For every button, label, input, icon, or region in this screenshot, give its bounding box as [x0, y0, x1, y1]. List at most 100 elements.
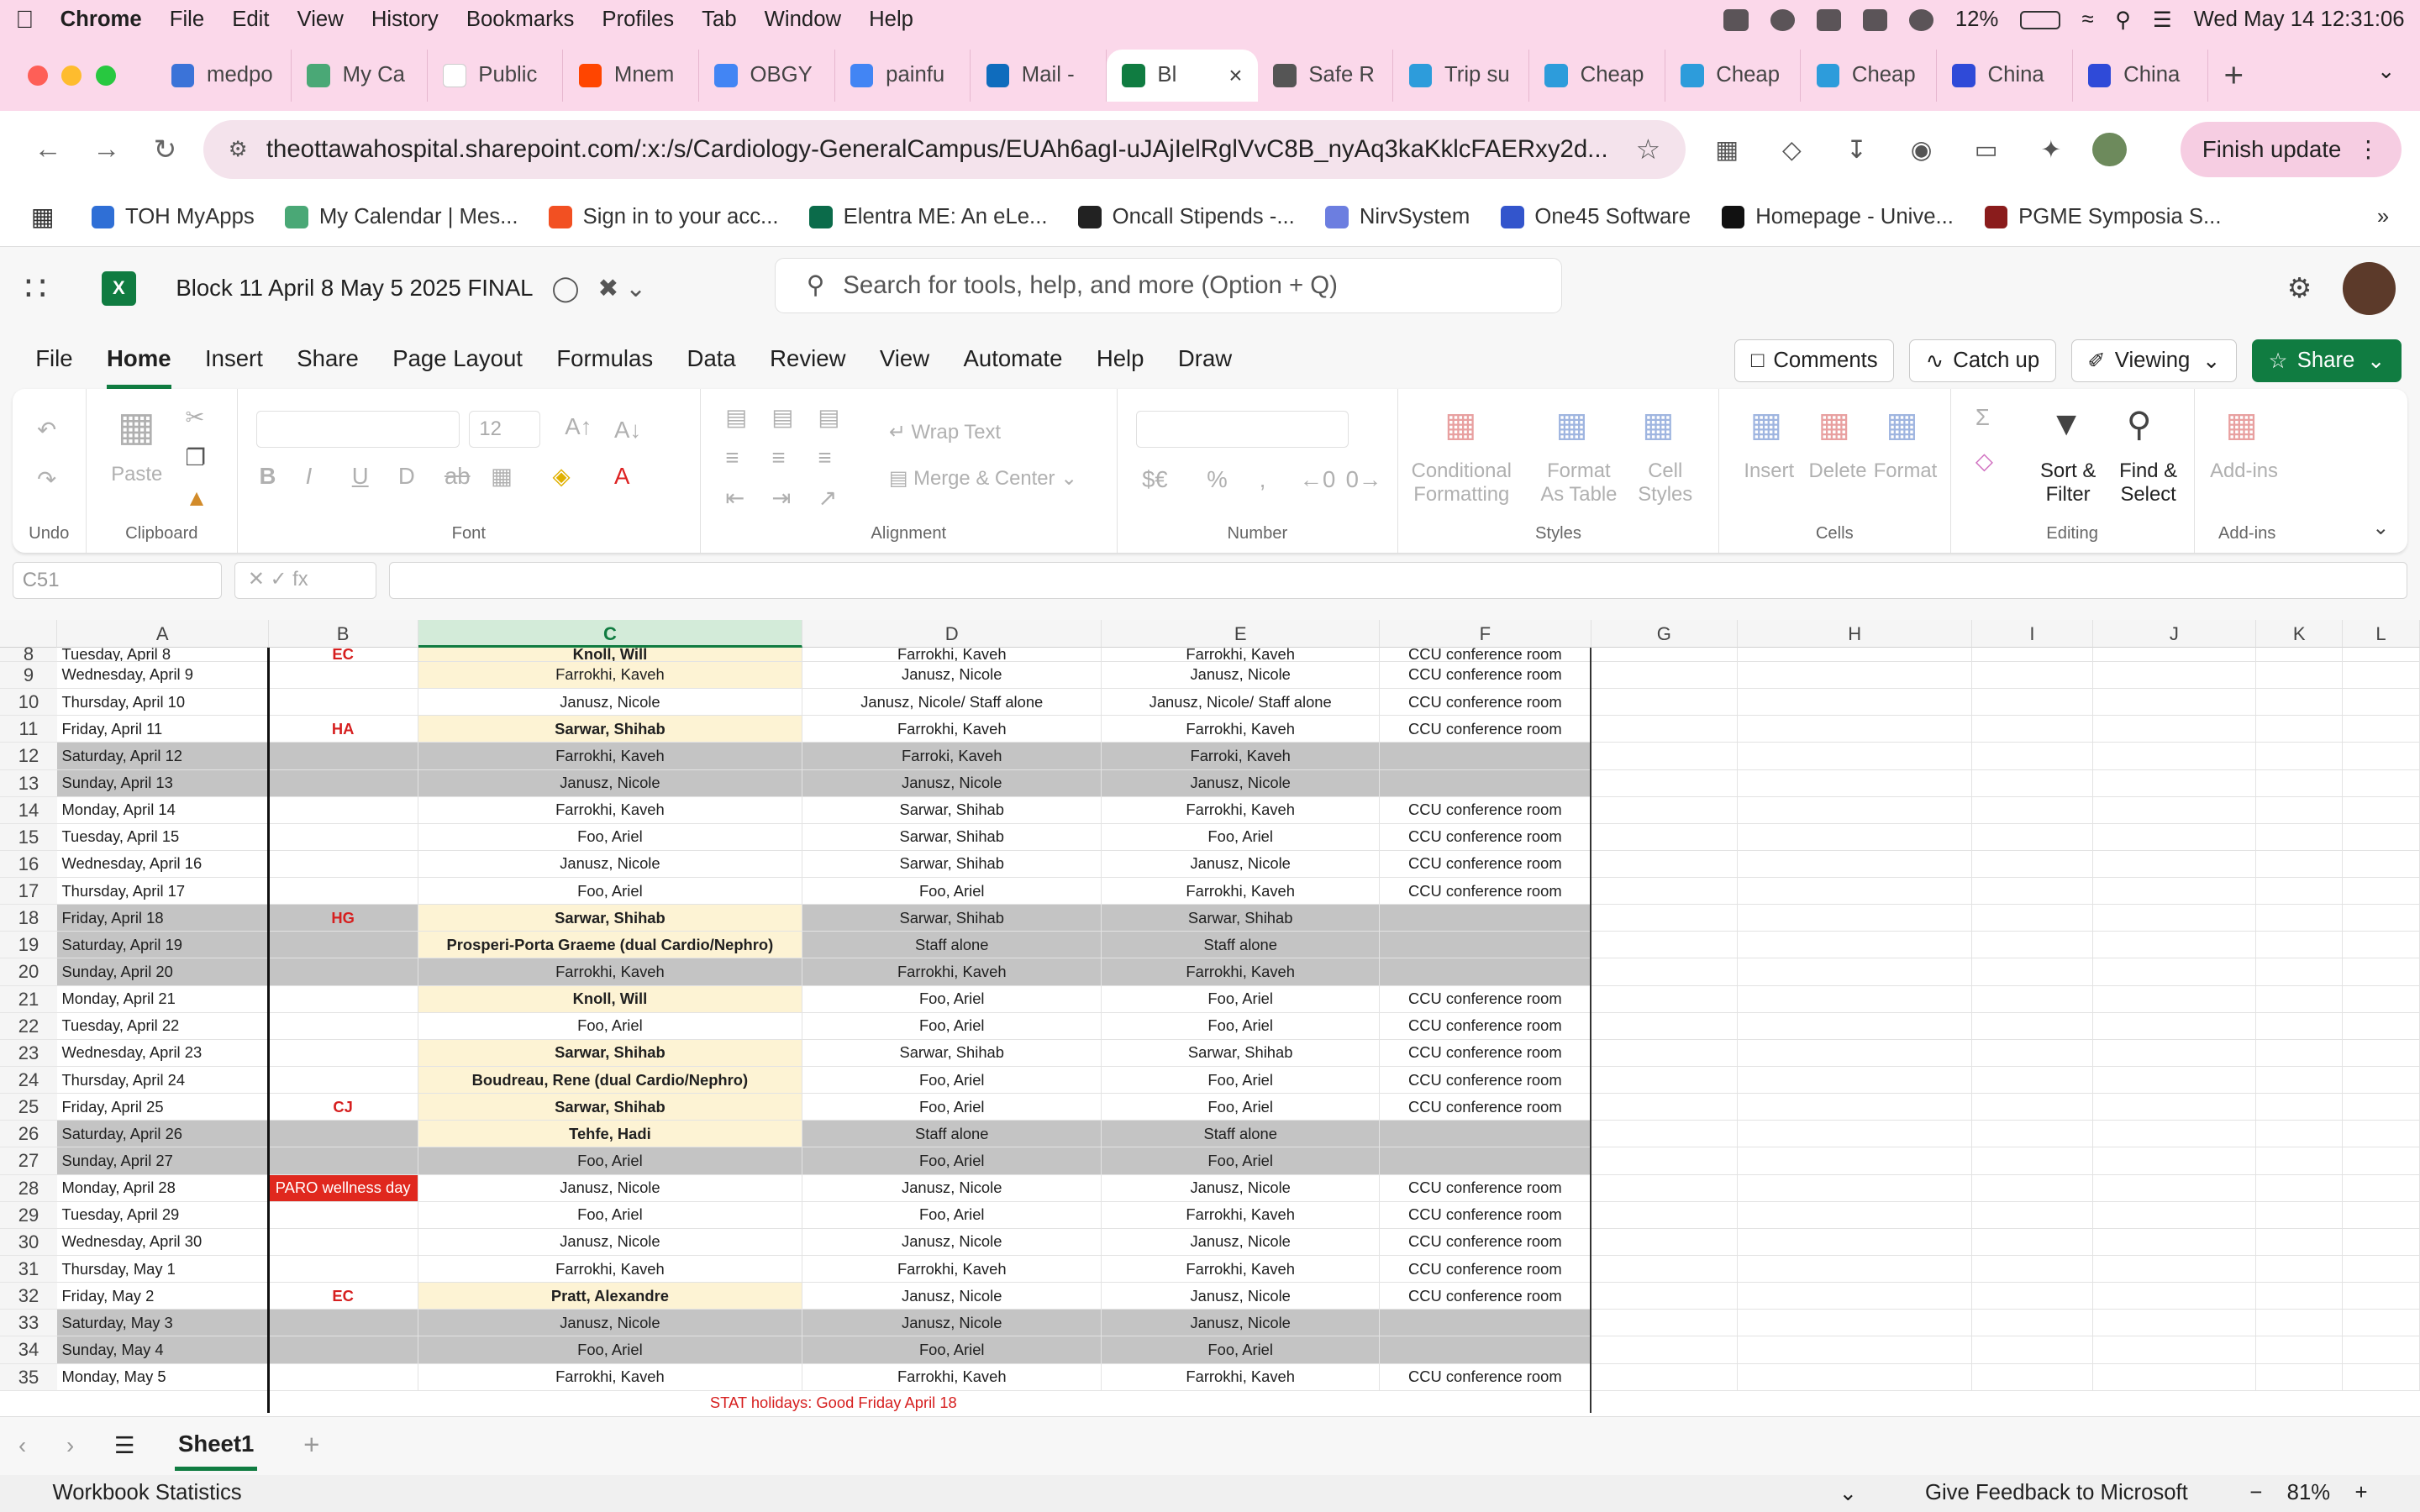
grid-cell[interactable] [1972, 1310, 2093, 1337]
insert-cells-label[interactable]: Insert [1744, 459, 1794, 483]
grid-cell[interactable] [2343, 1174, 2420, 1202]
next-sheet-icon[interactable]: › [66, 1432, 74, 1459]
row-header[interactable]: 9 [0, 661, 57, 690]
grid-cell[interactable] [2256, 648, 2344, 662]
grid-cell[interactable]: Farrokhi, Kaveh [418, 796, 803, 824]
grid-cell[interactable] [1738, 1310, 1973, 1337]
grid-cell[interactable]: Sarwar, Shihab [802, 823, 1102, 851]
grid-cell[interactable] [2343, 823, 2420, 851]
grid-cell[interactable]: Farrokhi, Kaveh [1102, 1363, 1380, 1391]
zoom-in-icon[interactable]: + [2354, 1481, 2367, 1505]
grid-cell[interactable]: Knoll, Will [418, 648, 803, 662]
grid-cell[interactable]: Janusz, Nicole [418, 689, 803, 717]
share-button[interactable]: ☆ Share ⌄ [2252, 339, 2402, 383]
grid-cell[interactable]: Janusz, Nicole [1102, 1283, 1380, 1310]
grid-cell[interactable] [1972, 958, 2093, 986]
row-header[interactable]: 15 [0, 823, 57, 851]
grid-cell[interactable]: Sarwar, Shihab [418, 1094, 803, 1121]
grid-cell[interactable] [2256, 1067, 2344, 1095]
grid-cell[interactable] [2256, 716, 2344, 743]
grid-cell[interactable]: CCU conference room [1380, 878, 1591, 906]
grid-cell[interactable]: CCU conference room [1380, 1067, 1591, 1095]
grid-cell[interactable] [2343, 1336, 2420, 1364]
align-middle-icon[interactable]: ▤ [771, 404, 793, 431]
apps-grid-icon[interactable]: ▦ [31, 202, 55, 232]
grid-cell[interactable]: Sarwar, Shihab [418, 1039, 803, 1068]
grid-cell[interactable]: Tuesday, April 29 [56, 1201, 269, 1229]
grid-cell[interactable]: EC [268, 648, 418, 662]
chevron-down-icon[interactable]: ⌄ [1839, 1481, 1858, 1506]
bookmark-item[interactable]: Elentra ME: An eLe... [809, 205, 1047, 229]
sensitivity-icon[interactable]: ◯ [552, 274, 580, 303]
grid-cell[interactable] [1972, 1094, 2093, 1121]
grid-cell[interactable] [1738, 796, 1973, 824]
ribbon-tab-data[interactable]: Data [687, 333, 736, 389]
grid-cell[interactable] [1380, 1310, 1591, 1337]
all-sheets-icon[interactable]: ☰ [114, 1432, 135, 1459]
grid-cell[interactable] [2092, 1067, 2257, 1095]
grid-cell[interactable]: CCU conference room [1380, 1012, 1591, 1040]
forward-icon[interactable]: → [77, 134, 136, 165]
grid-cell[interactable]: Friday, May 2 [56, 1283, 269, 1310]
row-header[interactable]: 31 [0, 1256, 57, 1284]
grid-cell[interactable] [268, 823, 418, 851]
decrease-indent-icon[interactable]: ⇤ [725, 485, 744, 512]
grid-cell[interactable]: Janusz, Nicole [802, 769, 1102, 797]
grid-cell[interactable]: Janusz, Nicole [802, 1228, 1102, 1257]
grid-cell[interactable] [268, 1067, 418, 1095]
insert-cells-icon[interactable]: ▦ [1750, 404, 1782, 444]
bookmark-item[interactable]: NirvSystem [1325, 205, 1470, 229]
name-box[interactable]: C51 [12, 561, 223, 599]
zoom-out-icon[interactable]: − [2249, 1481, 2262, 1505]
ribbon-tab-share[interactable]: Share [297, 333, 359, 389]
row-header[interactable]: 30 [0, 1228, 57, 1257]
grid-cell[interactable] [2256, 932, 2344, 959]
grid-cell[interactable] [2256, 689, 2344, 717]
grid-cell[interactable] [1972, 1067, 2093, 1095]
grid-cell[interactable]: Foo, Ariel [418, 823, 803, 851]
grid-cell[interactable] [2343, 769, 2420, 797]
grid-cell[interactable] [1738, 1283, 1973, 1310]
search-icon[interactable]: ⚲ [2115, 8, 2131, 33]
menu-item[interactable]: Tab [702, 8, 736, 32]
grid-cell[interactable]: Janusz, Nicole [418, 850, 803, 879]
grid-cell[interactable]: Monday, April 28 [56, 1174, 269, 1202]
browser-tab[interactable]: China [1937, 49, 2073, 102]
browser-tab[interactable]: Cheap [1529, 49, 1665, 102]
column-header[interactable]: J [2092, 620, 2257, 648]
grid-cell[interactable] [2256, 1201, 2344, 1229]
grid-cell[interactable] [1972, 796, 2093, 824]
grid-cell[interactable]: Sunday, May 4 [56, 1336, 269, 1364]
increase-indent-icon[interactable]: ⇥ [771, 485, 791, 512]
grid-cell[interactable] [1738, 932, 1973, 959]
grid-cell[interactable] [1972, 1283, 2093, 1310]
grid-cell[interactable] [268, 985, 418, 1013]
row-header[interactable]: 13 [0, 769, 57, 797]
grid-cell[interactable] [268, 769, 418, 797]
row-header[interactable]: 10 [0, 689, 57, 717]
align-left-icon[interactable]: ≡ [725, 444, 739, 471]
collapse-ribbon-icon[interactable]: ⌄ [2372, 516, 2389, 540]
extension-icon[interactable]: ◉ [1898, 133, 1944, 166]
delete-cells-label[interactable]: Delete [1809, 459, 1867, 483]
ribbon-tab-automate[interactable]: Automate [964, 333, 1063, 389]
grid-cell[interactable] [2256, 985, 2344, 1013]
grid-cell[interactable]: Farrokhi, Kaveh [802, 1256, 1102, 1284]
grid-cell[interactable] [268, 1228, 418, 1257]
grid-cell[interactable] [268, 1256, 418, 1284]
row-header[interactable]: 19 [0, 932, 57, 959]
grid-cell[interactable] [1972, 689, 2093, 717]
grid-cell[interactable]: CCU conference room [1380, 1283, 1591, 1310]
status-icon[interactable] [1770, 9, 1795, 31]
bookmark-item[interactable]: My Calendar | Mes... [285, 205, 518, 229]
grid-cell[interactable] [1591, 1283, 1739, 1310]
grid-cell[interactable]: HA [268, 716, 418, 743]
zoom-window-button[interactable] [95, 66, 116, 86]
grid-cell[interactable] [1591, 1039, 1739, 1068]
grid-cell[interactable]: Wednesday, April 16 [56, 850, 269, 879]
grid-cell[interactable] [2343, 796, 2420, 824]
grid-cell[interactable]: CCU conference room [1380, 648, 1591, 662]
grid-cell[interactable]: Janusz, Nicole [1102, 1310, 1380, 1337]
grid-cell[interactable]: Foo, Ariel [802, 1067, 1102, 1095]
browser-tab[interactable]: Trip su [1393, 49, 1530, 102]
